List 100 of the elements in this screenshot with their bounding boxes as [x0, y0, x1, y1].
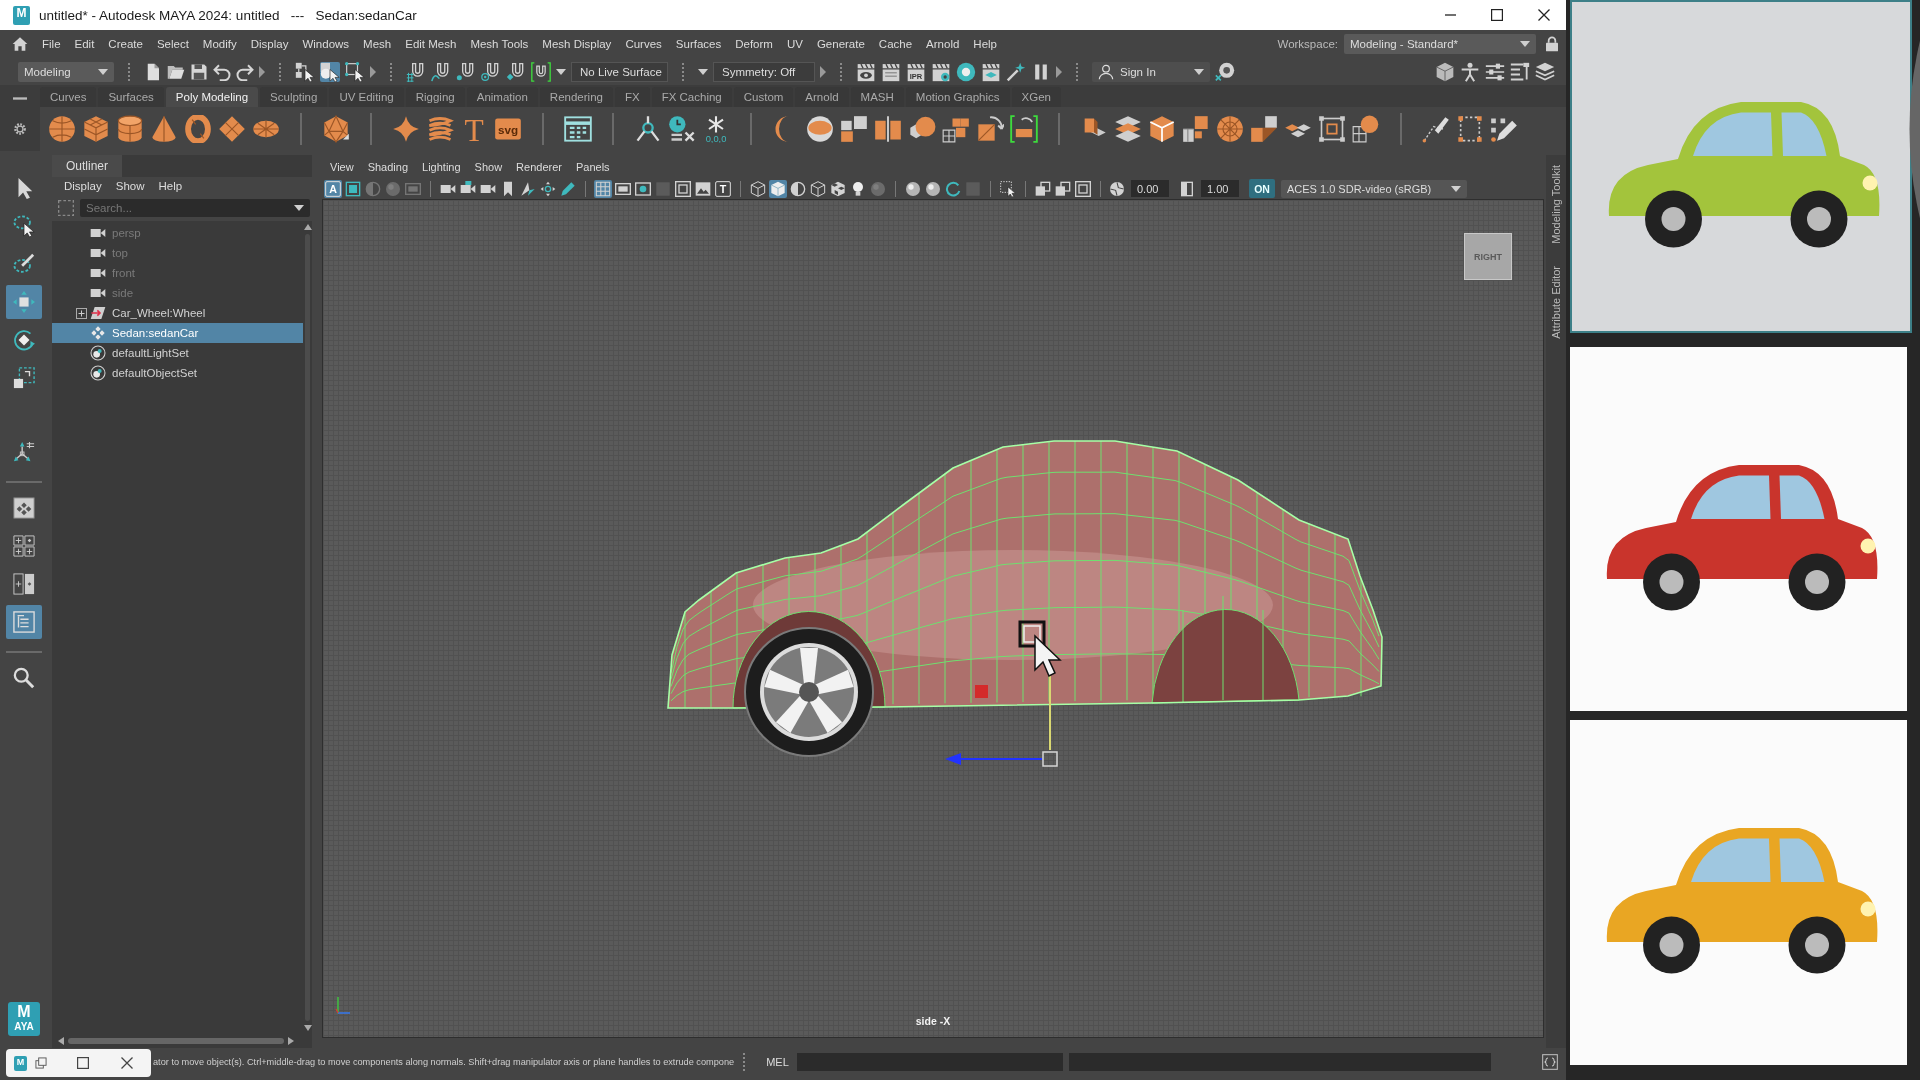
- shelf-tab[interactable]: MASH: [850, 87, 904, 107]
- side-tab[interactable]: Modeling Toolkit: [1550, 165, 1562, 244]
- script-editor-icon[interactable]: [1542, 1054, 1558, 1070]
- wand-icon[interactable]: [1006, 61, 1026, 82]
- menu-item[interactable]: Help: [158, 180, 183, 192]
- outliner-item[interactable]: Sedan:sedanCar: [52, 323, 303, 343]
- overlap-squares-icon[interactable]: [1034, 179, 1052, 198]
- layers-icon[interactable]: [1535, 61, 1555, 82]
- caret-icon[interactable]: [698, 68, 708, 75]
- menu-item[interactable]: Show: [115, 180, 145, 192]
- disc-cross-icon[interactable]: [1215, 61, 1235, 82]
- menu-item[interactable]: View: [330, 160, 354, 173]
- overlap-squares-icon[interactable]: [1054, 179, 1072, 198]
- wireframe-cube-icon[interactable]: [749, 179, 767, 198]
- color-management-button[interactable]: ON: [1249, 179, 1275, 198]
- knife-icon[interactable]: [1422, 115, 1450, 143]
- checker-cube-icon[interactable]: [829, 179, 847, 198]
- menu-item[interactable]: Display: [64, 180, 102, 192]
- cube-icon[interactable]: [82, 115, 110, 143]
- collapse-arrow-icon[interactable]: [820, 65, 826, 78]
- shelf-tab[interactable]: FX Caching: [651, 87, 732, 107]
- menu-set-dropdown[interactable]: Modeling: [18, 61, 114, 82]
- menu-item[interactable]: Arnold: [926, 38, 960, 50]
- shelf-tab[interactable]: FX: [614, 87, 650, 107]
- expand-icon[interactable]: [76, 308, 87, 319]
- color-space-dropdown[interactable]: ACES 1.0 SDR-video (sRGB): [1281, 179, 1467, 198]
- exposure-field[interactable]: 0.00: [1131, 180, 1169, 197]
- tripod-icon[interactable]: [634, 115, 662, 143]
- select-component-icon[interactable]: [345, 61, 365, 82]
- dashed-select-icon[interactable]: [999, 179, 1017, 198]
- shelf-tab[interactable]: Motion Graphics: [905, 87, 1010, 107]
- menu-item[interactable]: Mesh Display: [542, 38, 612, 50]
- sign-in-dropdown[interactable]: Sign In: [1092, 61, 1210, 82]
- solid-cube-icon[interactable]: [769, 179, 787, 198]
- collapse-arrow-icon[interactable]: [259, 65, 265, 78]
- frame-square-icon[interactable]: [344, 179, 362, 198]
- search-field[interactable]: Search...: [80, 199, 310, 217]
- menu-item[interactable]: Windows: [302, 38, 350, 50]
- bevel-cube-icon[interactable]: [1148, 115, 1176, 143]
- cone-icon[interactable]: [150, 115, 178, 143]
- menu-item[interactable]: Mesh: [363, 38, 392, 50]
- grid-ball-icon[interactable]: [1352, 115, 1380, 143]
- clapper-layers-icon[interactable]: [981, 61, 1001, 82]
- caret-icon[interactable]: [98, 68, 108, 75]
- live-surface-field[interactable]: No Live Surface: [571, 61, 668, 82]
- freeze-button[interactable]: 0,0,0: [702, 115, 730, 143]
- scroll-down-icon[interactable]: [302, 1025, 313, 1031]
- list-icon[interactable]: [1510, 61, 1530, 82]
- caret-icon[interactable]: [1194, 68, 1204, 75]
- shelf-tab[interactable]: Rigging: [405, 87, 465, 107]
- menu-item[interactable]: Show: [474, 160, 503, 173]
- menu-item[interactable]: Select: [156, 38, 189, 50]
- clock-icon[interactable]: [668, 115, 696, 143]
- stacked-diamonds-icon[interactable]: [1114, 115, 1142, 143]
- pan-arrows-icon[interactable]: [539, 179, 557, 198]
- magnet-diamond-icon[interactable]: [506, 61, 526, 82]
- outliner-item[interactable]: Car_Wheel:Wheel: [52, 303, 303, 323]
- gamma-field[interactable]: 1.00: [1201, 180, 1239, 197]
- caret-icon[interactable]: [294, 205, 304, 211]
- torus-icon[interactable]: [184, 115, 212, 143]
- maximize-icon[interactable]: [77, 1057, 89, 1069]
- split-cube-icon[interactable]: [874, 115, 902, 143]
- outliner-item[interactable]: defaultObjectSet: [52, 363, 303, 383]
- letter-button[interactable]: A: [324, 179, 342, 198]
- collapse-arrow-icon[interactable]: [370, 65, 376, 78]
- windows-icon[interactable]: [35, 1057, 47, 1069]
- sphere-disc-icon[interactable]: [806, 115, 834, 143]
- menu-item[interactable]: Curves: [625, 38, 662, 50]
- diamond-icon[interactable]: [218, 115, 246, 143]
- shelf-tab[interactable]: XGen: [1011, 87, 1061, 107]
- shelf-tab[interactable]: Surfaces: [98, 87, 164, 107]
- squares-pair-icon[interactable]: [1250, 115, 1278, 143]
- menu-item[interactable]: Edit: [74, 38, 95, 50]
- menu-item[interactable]: Mesh Tools: [470, 38, 529, 50]
- cylinder-icon[interactable]: [116, 115, 144, 143]
- outliner-pane-icon[interactable]: [6, 605, 42, 639]
- squares-icon[interactable]: [840, 115, 868, 143]
- command-field[interactable]: [796, 1053, 1063, 1071]
- window-grid-icon[interactable]: [564, 115, 592, 143]
- ring-disc-icon[interactable]: [956, 61, 976, 82]
- shelf-tab[interactable]: Animation: [466, 87, 538, 107]
- half-square-icon[interactable]: [1179, 180, 1195, 197]
- menu-item[interactable]: Lighting: [422, 160, 461, 173]
- magnet-curve-icon[interactable]: [431, 61, 451, 82]
- component-handle[interactable]: [1018, 620, 1046, 648]
- sphere-icon[interactable]: [48, 115, 76, 143]
- grid-icon[interactable]: [594, 179, 612, 198]
- shelf-tab[interactable]: UV Editing: [329, 87, 404, 107]
- lock-icon[interactable]: [1544, 36, 1560, 52]
- close-icon[interactable]: [121, 1057, 133, 1069]
- coil-icon[interactable]: [426, 115, 454, 143]
- magnet-circle-icon[interactable]: [481, 61, 501, 82]
- user-icon[interactable]: [1098, 63, 1114, 80]
- picture-icon[interactable]: [694, 179, 712, 198]
- shelf-tab[interactable]: Arnold: [795, 87, 849, 107]
- menu-item[interactable]: Create: [108, 38, 143, 50]
- collapse-arrow-icon[interactable]: [1056, 65, 1062, 78]
- caret-icon[interactable]: [1520, 41, 1530, 47]
- menu-item[interactable]: Renderer: [516, 160, 562, 173]
- menu-item[interactable]: Surfaces: [675, 38, 722, 50]
